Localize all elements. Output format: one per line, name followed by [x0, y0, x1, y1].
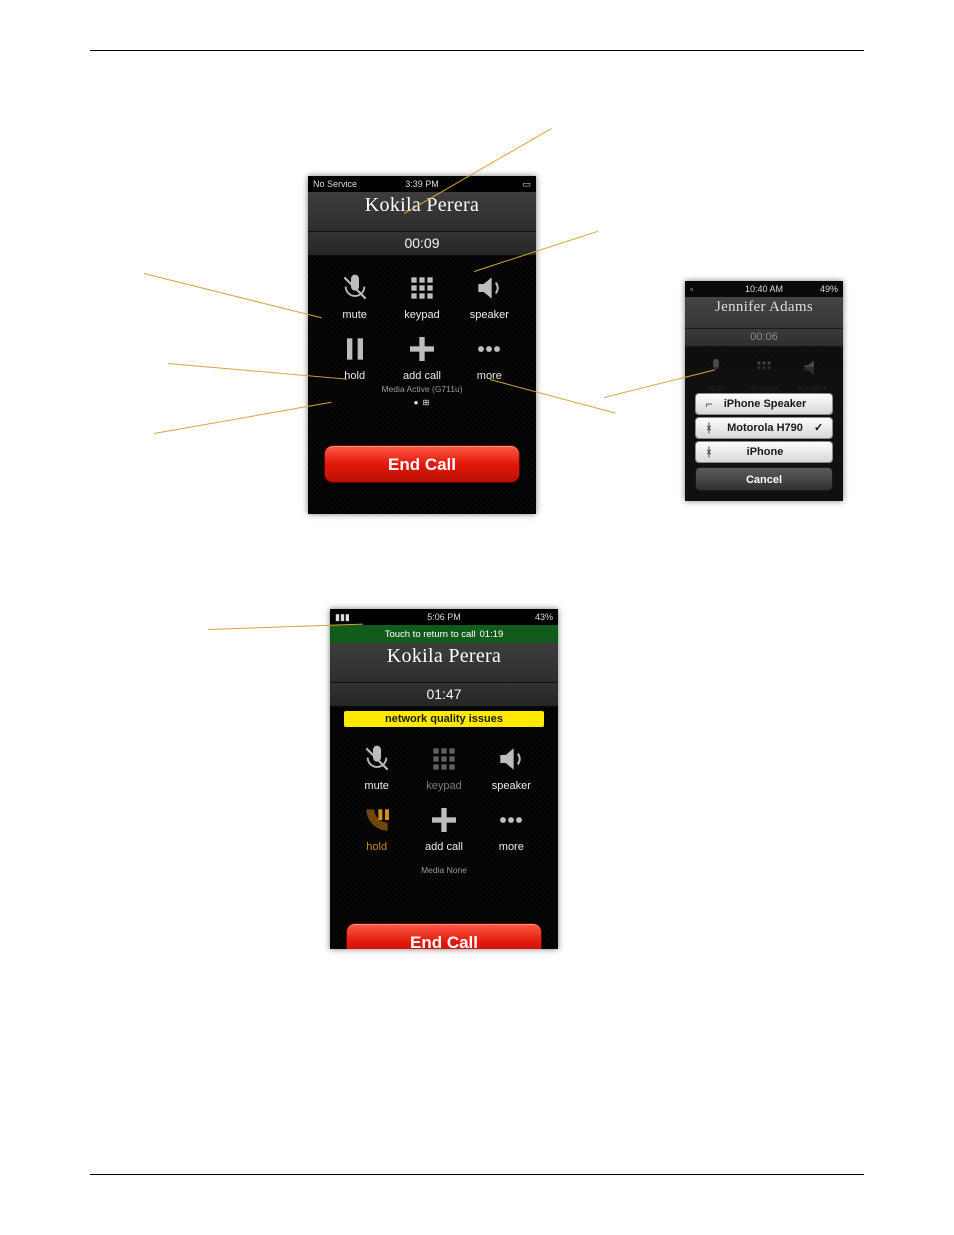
- phone-device-icon: ᚼ: [702, 441, 716, 463]
- speaker-device-icon: ⌐: [702, 393, 716, 415]
- media-status: Media Active (G711u): [308, 384, 536, 394]
- more-label: more: [483, 841, 540, 853]
- hold-icon: [356, 802, 398, 838]
- call-button-grid: mute keypad speaker hold: [308, 256, 536, 386]
- mute-label: mute: [348, 780, 405, 792]
- call-timer: 00:06: [685, 329, 843, 347]
- plus-icon: [401, 331, 443, 367]
- keypad-label: keypad: [393, 309, 450, 321]
- hold-button[interactable]: hold: [326, 331, 383, 382]
- return-timer: 01:19: [480, 629, 504, 640]
- keypad-icon: [423, 741, 465, 777]
- check-icon: ✓: [814, 417, 826, 439]
- route-cancel-button[interactable]: Cancel: [695, 467, 833, 491]
- add-call-label: add call: [393, 370, 450, 382]
- more-button[interactable]: more: [461, 331, 518, 382]
- status-bar: ▮▮▮ 5:06 PM 43%: [330, 609, 558, 625]
- add-call-label: add call: [415, 841, 472, 853]
- call-button-grid: mute keypad speaker hold: [330, 727, 558, 857]
- caller-name-row: Kokila Perera: [308, 192, 536, 232]
- mute-button[interactable]: mute: [326, 270, 383, 321]
- mute-label: mute: [326, 309, 383, 321]
- more-label: more: [461, 370, 518, 382]
- more-icon: [468, 331, 510, 367]
- status-bar: No Service 3:39 PM ▭: [308, 176, 536, 192]
- status-bar: ▫ 10:40 AM 49%: [685, 281, 843, 297]
- hold-label: hold: [326, 370, 383, 382]
- status-time: 3:39 PM: [308, 179, 536, 189]
- annotation-line: [144, 273, 322, 318]
- media-status: Media None: [330, 865, 558, 875]
- keypad-button[interactable]: keypad: [393, 270, 450, 321]
- keypad-icon: [401, 270, 443, 306]
- network-quality-banner: network quality issues: [344, 711, 544, 727]
- phone-call-screen-nqi: ▮▮▮ 5:06 PM 43% Touch to return to call …: [330, 609, 558, 949]
- route-iphone[interactable]: ᚼ iPhone: [695, 441, 833, 463]
- hold-icon: [334, 331, 376, 367]
- hold-button[interactable]: hold: [348, 802, 405, 853]
- speaker-button[interactable]: speaker: [483, 741, 540, 792]
- end-call-button[interactable]: End Call: [346, 923, 542, 949]
- return-label: Touch to return to call: [385, 629, 476, 640]
- speaker-label: speaker: [483, 780, 540, 792]
- phone-audio-route-screen: ▫ 10:40 AM 49% Jennifer Adams 00:06 mute…: [685, 281, 843, 501]
- mute-icon: [334, 270, 376, 306]
- caller-name-row: Kokila Perera: [330, 643, 558, 683]
- keypad-label: keypad: [415, 780, 472, 792]
- more-button[interactable]: more: [483, 802, 540, 853]
- page: No Service 3:39 PM ▭ Kokila Perera 00:09…: [90, 50, 864, 1175]
- annotation-line: [154, 402, 331, 434]
- end-call-button[interactable]: End Call: [324, 445, 520, 483]
- plus-icon: [423, 802, 465, 838]
- speaker-icon: [490, 741, 532, 777]
- audio-route-list: ⌐ iPhone Speaker ᚼ Motorola H790 ✓ ᚼ iPh…: [695, 393, 833, 491]
- caller-name-row: Jennifer Adams: [685, 297, 843, 329]
- hold-label: hold: [348, 841, 405, 853]
- route-iphone-speaker[interactable]: ⌐ iPhone Speaker: [695, 393, 833, 415]
- mute-button[interactable]: mute: [348, 741, 405, 792]
- speaker-button[interactable]: speaker: [461, 270, 518, 321]
- call-timer: 00:09: [308, 232, 536, 256]
- status-time: 5:06 PM: [330, 612, 558, 622]
- route-bluetooth[interactable]: ᚼ Motorola H790 ✓: [695, 417, 833, 439]
- bluetooth-icon: ᚼ: [702, 417, 716, 439]
- return-to-call-bar[interactable]: Touch to return to call 01:19: [330, 625, 558, 643]
- phone-call-screen: No Service 3:39 PM ▭ Kokila Perera 00:09…: [308, 176, 536, 514]
- more-icon: [490, 802, 532, 838]
- speaker-icon: [468, 270, 510, 306]
- status-time: 10:40 AM: [685, 284, 843, 294]
- keypad-button[interactable]: keypad: [415, 741, 472, 792]
- call-timer: 01:47: [330, 683, 558, 707]
- speaker-label: speaker: [461, 309, 518, 321]
- mute-icon: [356, 741, 398, 777]
- add-call-button[interactable]: add call: [393, 331, 450, 382]
- add-call-button[interactable]: add call: [415, 802, 472, 853]
- caller-name: Kokila Perera: [330, 645, 558, 668]
- caller-name: Kokila Perera: [308, 194, 536, 217]
- page-dots: ● ⊞: [308, 394, 536, 409]
- caller-name: Jennifer Adams: [685, 299, 843, 316]
